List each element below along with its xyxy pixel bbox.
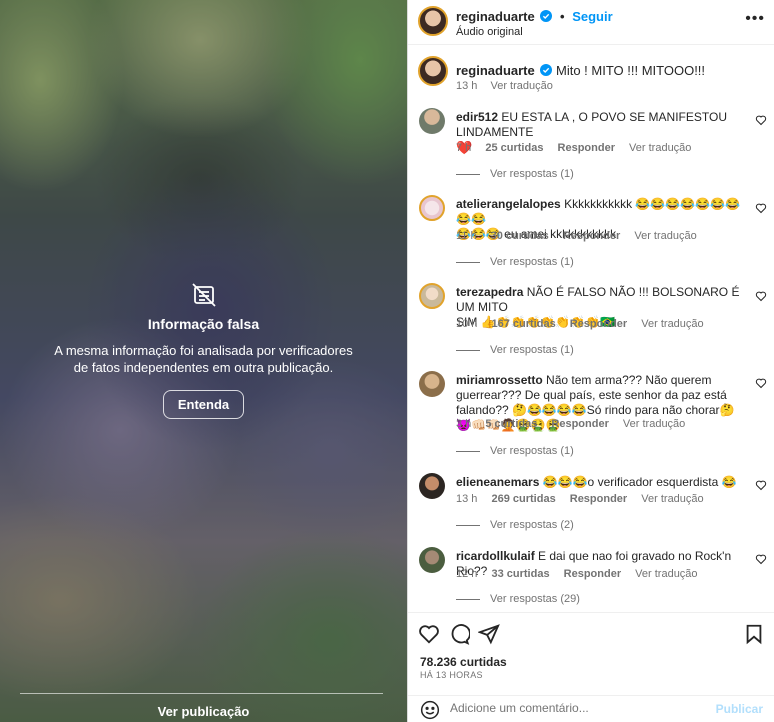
post-actions: 78.236 curtidas HÁ 13 HORAS Publicar	[408, 612, 774, 722]
publish-button[interactable]: Publicar	[716, 702, 763, 716]
divider	[20, 693, 383, 694]
view-replies-button[interactable]: Ver respostas (2)	[456, 519, 574, 531]
view-replies-button[interactable]: Ver respostas (1)	[456, 445, 574, 457]
comment-username[interactable]: elieneanemars	[456, 475, 539, 489]
avatar[interactable]	[419, 547, 445, 573]
comment-time: 12 h	[456, 568, 478, 580]
comment-likes[interactable]: 167 curtidas	[491, 318, 555, 330]
reply-button[interactable]: Responder	[570, 318, 627, 330]
avatar[interactable]	[419, 473, 445, 499]
see-translation-link[interactable]: Ver tradução	[623, 418, 685, 430]
replies-line	[456, 450, 480, 452]
view-replies-button[interactable]: Ver respostas (29)	[456, 593, 580, 605]
like-icon[interactable]	[418, 623, 440, 645]
avatar[interactable]	[419, 371, 445, 397]
comment-time: 11 h	[456, 230, 477, 242]
like-comment-icon[interactable]	[755, 377, 767, 389]
view-replies-label: Ver respostas (1)	[490, 344, 574, 356]
original-audio-link[interactable]: Áudio original	[456, 26, 523, 38]
comment-username[interactable]: edir512	[456, 110, 498, 124]
view-replies-button[interactable]: Ver respostas (1)	[456, 344, 574, 356]
post-time: HÁ 13 HORAS	[420, 670, 483, 680]
comment-time: 13 h	[456, 493, 478, 505]
separator-dot: •	[560, 9, 565, 24]
author-username[interactable]: reginaduarte	[456, 9, 535, 24]
see-translation-link[interactable]: Ver tradução	[490, 80, 552, 92]
comment-composer: Publicar	[408, 695, 774, 722]
like-comment-icon[interactable]	[755, 290, 767, 302]
see-translation-link[interactable]: Ver tradução	[634, 230, 696, 242]
avatar[interactable]	[419, 195, 445, 221]
view-replies-button[interactable]: Ver respostas (1)	[456, 168, 574, 180]
see-translation-link[interactable]: Ver tradução	[641, 493, 703, 505]
like-count[interactable]: 78.236 curtidas	[420, 655, 507, 669]
reply-button[interactable]: Responder	[564, 568, 621, 580]
follow-button[interactable]: Seguir	[572, 9, 612, 24]
hidden-content-icon	[191, 283, 216, 307]
view-post-button[interactable]: Ver publicação	[0, 704, 407, 719]
replies-line	[456, 598, 480, 600]
view-replies-label: Ver respostas (1)	[490, 445, 574, 457]
avatar[interactable]	[419, 283, 445, 309]
comment-likes[interactable]: 33 curtidas	[491, 568, 549, 580]
like-comment-icon[interactable]	[755, 202, 767, 214]
avatar[interactable]	[418, 6, 448, 36]
avatar[interactable]	[418, 56, 448, 86]
comment-username[interactable]: atelierangelalopes	[456, 197, 561, 211]
like-comment-icon[interactable]	[755, 114, 767, 126]
comment-time: 10 h	[456, 318, 478, 330]
caption-username[interactable]: reginaduarte	[456, 63, 535, 78]
verified-badge-icon	[540, 64, 553, 76]
save-bookmark-icon[interactable]	[743, 623, 765, 645]
replies-line	[456, 524, 480, 526]
comment-likes[interactable]: 25 curtidas	[485, 142, 543, 154]
like-comment-icon[interactable]	[755, 479, 767, 491]
like-comment-icon[interactable]	[755, 553, 767, 565]
comment-text: 😂😂😂o verificador esquerdista 😂	[542, 475, 737, 489]
avatar[interactable]	[419, 108, 445, 134]
reply-button[interactable]: Responder	[551, 418, 608, 430]
reply-button[interactable]: Responder	[558, 142, 615, 154]
comment-likes[interactable]: 269 curtidas	[491, 493, 555, 505]
comment-icon[interactable]	[448, 623, 470, 645]
view-replies-label: Ver respostas (1)	[490, 168, 574, 180]
view-replies-label: Ver respostas (2)	[490, 519, 574, 531]
caption-text: Mito ! MITO !!! MITOOO!!!	[556, 63, 706, 78]
post-header: reginaduarte • Seguir Áudio original •••	[408, 0, 774, 45]
replies-line	[456, 173, 480, 175]
share-icon[interactable]	[478, 623, 500, 645]
false-info-notice: Informação falsa A mesma informação foi …	[0, 282, 407, 419]
see-translation-link[interactable]: Ver tradução	[641, 318, 703, 330]
view-replies-label: Ver respostas (1)	[490, 256, 574, 268]
see-translation-link[interactable]: Ver tradução	[635, 568, 697, 580]
post-panel: reginaduarte • Seguir Áudio original •••…	[407, 0, 774, 722]
comment-likes[interactable]: 30 curtidas	[491, 230, 549, 242]
learn-more-button[interactable]: Entenda	[162, 390, 245, 419]
comment-time: 3 h	[456, 418, 472, 430]
comment-username[interactable]: terezapedra	[456, 285, 523, 299]
emoji-icon[interactable]	[420, 700, 440, 720]
more-options-icon[interactable]: •••	[745, 10, 765, 28]
verified-badge-icon	[540, 10, 553, 22]
comment-time: 7 h	[456, 142, 472, 154]
see-translation-link[interactable]: Ver tradução	[629, 142, 691, 154]
notice-title: Informação falsa	[147, 316, 260, 332]
reply-button[interactable]: Responder	[563, 230, 620, 242]
post-media[interactable]: Informação falsa A mesma informação foi …	[0, 0, 407, 722]
view-replies-button[interactable]: Ver respostas (1)	[456, 256, 574, 268]
comment-username[interactable]: miriamrossetto	[456, 373, 543, 387]
comment-input[interactable]	[450, 701, 700, 715]
comment-username[interactable]: ricardollkulaif	[456, 549, 535, 563]
replies-line	[456, 349, 480, 351]
replies-line	[456, 261, 480, 263]
reply-button[interactable]: Responder	[570, 493, 627, 505]
comment-likes[interactable]: 5 curtidas	[485, 418, 537, 430]
view-replies-label: Ver respostas (29)	[490, 593, 580, 605]
notice-text: A mesma informação foi analisada por ver…	[54, 343, 353, 375]
caption-time: 13 h	[456, 80, 478, 92]
